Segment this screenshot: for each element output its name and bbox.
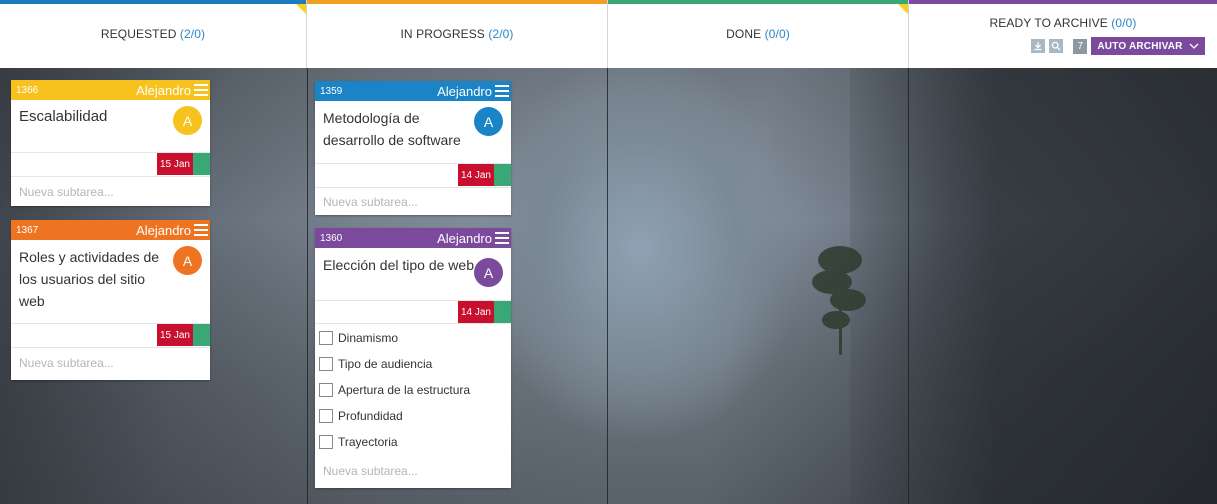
task-card-1359[interactable]: 1359 Alejandro Metodología de desarrollo… [315, 81, 511, 215]
column-accent-bar [608, 0, 908, 4]
column-header-in-progress[interactable]: IN PROGRESS (2/0) [307, 0, 608, 68]
column-accent-bar [0, 0, 306, 4]
avatar[interactable]: A [474, 107, 503, 136]
subtask-checkbox[interactable] [319, 383, 333, 397]
card-id: 1366 [16, 84, 39, 96]
subtask-checkbox[interactable] [319, 409, 333, 423]
archive-count-badge: 7 [1073, 38, 1088, 54]
background-tree [812, 246, 866, 355]
column-header-ready-to-archive[interactable]: READY TO ARCHIVE (0/0) 7 AUTO ARCHIVAR [909, 0, 1217, 68]
download-icon[interactable] [1031, 39, 1046, 53]
task-card-1360[interactable]: 1360 Alejandro Elección del tipo de web … [315, 228, 511, 488]
column-divider [307, 68, 308, 504]
card-title[interactable]: Elección del tipo de web [323, 257, 474, 273]
column-title: DONE [726, 27, 762, 41]
card-header: 1359 Alejandro [315, 81, 511, 101]
column-count: (2/0) [488, 27, 514, 41]
avatar[interactable]: A [173, 106, 202, 135]
due-date-badge[interactable]: 14 Jan [457, 164, 494, 186]
subtask-label: Tipo de audiencia [338, 357, 433, 371]
status-indicator [494, 301, 511, 323]
column-title: REQUESTED [100, 27, 177, 41]
task-card-1367[interactable]: 1367 Alejandro Roles y actividades de lo… [11, 220, 210, 380]
archive-toolbar: 7 AUTO ARCHIVAR [1031, 37, 1205, 55]
column-corner-flag [898, 4, 908, 14]
card-assignee[interactable]: Alejandro [437, 84, 492, 99]
card-assignee[interactable]: Alejandro [136, 223, 191, 238]
subtask-label: Trayectoria [338, 435, 398, 449]
subtask-checkbox[interactable] [319, 331, 333, 345]
subtask-checkbox[interactable] [319, 357, 333, 371]
column-corner-flag [296, 4, 306, 14]
chevron-down-icon [1189, 43, 1199, 49]
card-assignee[interactable]: Alejandro [136, 83, 191, 98]
background-cliff-right [850, 68, 1217, 504]
column-count: (0/0) [764, 27, 790, 41]
status-indicator [193, 324, 210, 346]
auto-archive-button[interactable]: AUTO ARCHIVAR [1091, 37, 1205, 55]
avatar[interactable]: A [173, 246, 202, 275]
column-title: IN PROGRESS [400, 27, 485, 41]
subtask-label: Dinamismo [338, 331, 399, 345]
search-icon[interactable] [1049, 39, 1064, 53]
column-count: (0/0) [1111, 16, 1137, 30]
new-subtask-input[interactable]: Nueva subtarea... [19, 356, 114, 370]
card-header: 1366 Alejandro [11, 80, 210, 100]
column-accent-bar [307, 0, 607, 4]
status-indicator [193, 153, 210, 175]
column-divider [607, 68, 608, 504]
column-divider [908, 68, 909, 504]
menu-icon[interactable] [495, 84, 509, 98]
subtask-item: Profundidad [319, 409, 403, 423]
due-date-badge[interactable]: 14 Jan [457, 301, 494, 323]
new-subtask-input[interactable]: Nueva subtarea... [19, 185, 114, 199]
menu-icon[interactable] [194, 83, 208, 97]
board-header: REQUESTED (2/0) IN PROGRESS (2/0) DONE (… [0, 0, 1217, 68]
menu-icon[interactable] [194, 223, 208, 237]
avatar[interactable]: A [474, 258, 503, 287]
subtask-checkbox[interactable] [319, 435, 333, 449]
column-count: (2/0) [179, 27, 206, 41]
auto-archive-label: AUTO ARCHIVAR [1097, 40, 1183, 52]
column-accent-bar [909, 0, 1217, 4]
due-date-badge[interactable]: 15 Jan [156, 324, 193, 346]
card-header: 1360 Alejandro [315, 228, 511, 248]
task-card-1366[interactable]: 1366 Alejandro Escalabilidad A 15 Jan Nu… [11, 80, 210, 206]
subtask-item: Apertura de la estructura [319, 383, 470, 397]
card-header: 1367 Alejandro [11, 220, 210, 240]
column-header-done[interactable]: DONE (0/0) [608, 0, 909, 68]
subtask-item: Tipo de audiencia [319, 357, 432, 371]
subtask-item: Trayectoria [319, 435, 398, 449]
card-id: 1359 [320, 85, 343, 97]
column-title: READY TO ARCHIVE [989, 16, 1108, 30]
card-id: 1360 [320, 232, 343, 244]
menu-icon[interactable] [495, 231, 509, 245]
card-title[interactable]: Escalabilidad [19, 108, 107, 125]
subtask-item: Dinamismo [319, 331, 398, 345]
status-indicator [494, 164, 511, 186]
column-header-requested[interactable]: REQUESTED (2/0) [0, 0, 307, 68]
due-date-badge[interactable]: 15 Jan [156, 153, 193, 175]
new-subtask-input[interactable]: Nueva subtarea... [323, 195, 418, 209]
card-id: 1367 [16, 224, 39, 236]
card-assignee[interactable]: Alejandro [437, 231, 492, 246]
subtask-label: Profundidad [338, 409, 403, 423]
new-subtask-input[interactable]: Nueva subtarea... [323, 464, 418, 478]
subtask-label: Apertura de la estructura [338, 383, 471, 397]
